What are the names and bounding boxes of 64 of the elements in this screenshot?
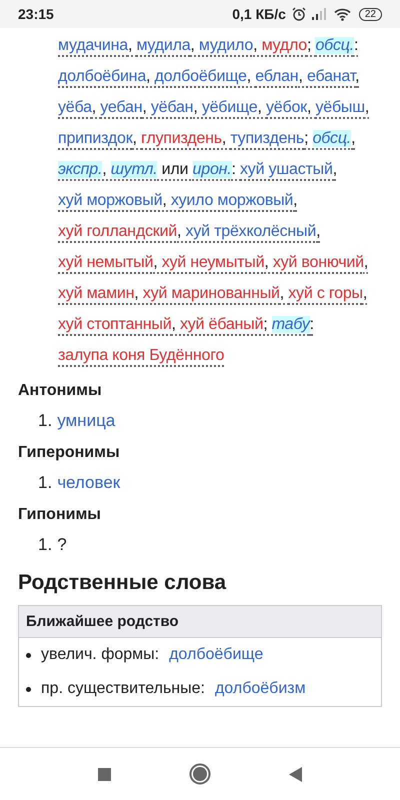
word-link[interactable]: уёба: [58, 99, 92, 116]
word-link[interactable]: долбоёбизм: [214, 677, 306, 701]
word-link[interactable]: хуй вонючий: [272, 254, 364, 271]
word-link[interactable]: глупиздень: [141, 130, 222, 147]
word-link[interactable]: мудло: [262, 37, 307, 54]
table-header: Ближайшее родство: [19, 606, 381, 638]
word-link[interactable]: мудило: [198, 37, 254, 54]
word-link[interactable]: долбоёбище: [154, 68, 247, 85]
word-link[interactable]: хуй с горы: [288, 285, 363, 302]
square-icon: [98, 768, 111, 780]
word-link[interactable]: ебанат: [306, 68, 356, 85]
word-link[interactable]: залупа коня Будённого: [58, 347, 224, 364]
section-heading: Родственные слова: [17, 571, 228, 595]
word-link[interactable]: хуй ёбаный: [180, 316, 264, 333]
section-heading: Гипонимы: [17, 505, 102, 525]
row-label: пр. существительные:: [41, 679, 205, 699]
word-link[interactable]: хуй маринованный: [142, 285, 280, 302]
word-link[interactable]: хуй моржовый: [58, 192, 162, 209]
word-link[interactable]: умница: [57, 409, 116, 433]
word-link[interactable]: долбоёбище: [169, 643, 264, 667]
section-heading: Гиперонимы: [17, 443, 121, 463]
clock-time: 23:15: [18, 6, 54, 22]
usage-label: обсц.: [315, 37, 354, 54]
alarm-icon: [292, 7, 306, 21]
synonym-paragraph: мудачина, мудила, мудило, мудло; обсц.: долбоёбина, долбоёбище, еблан, ебанат, уёба, уебан, уёбан, уёбище, уёбок, уёбыш, припиздок, глупиздень, тупиздень; обсц., экспр., шутл. или ирон.: хуй ушастый, хуй моржовый, хуило моржовый, хуй голландский, хуй трёхколёсный, хуй немытый, хуй неумытый, хуй вонючий, хуй мамин, хуй маринованный, хуй с горы, хуй стоптанный, хуй ёбаный; табу: залупа коня Будённого: [57, 36, 370, 366]
word-link[interactable]: хуй ушастый: [240, 161, 333, 178]
word-link[interactable]: долбоёбина: [58, 68, 146, 85]
word-link[interactable]: мудила: [136, 37, 190, 54]
word-link[interactable]: уебан: [100, 99, 142, 116]
usage-label: табу: [272, 316, 310, 333]
item-text: ?: [57, 534, 67, 556]
list-number: 1.: [38, 534, 52, 556]
battery-indicator: 22: [358, 8, 382, 20]
bullet-icon: [26, 652, 31, 658]
bullet-icon: [26, 686, 31, 692]
word-link[interactable]: мудачина: [58, 37, 128, 54]
word-link[interactable]: хуй трёхколёсный: [186, 223, 316, 240]
word-link[interactable]: хуй стоптанный: [58, 316, 172, 333]
word-link[interactable]: уёбан: [150, 99, 194, 116]
usage-label: обсц.: [312, 130, 352, 147]
word-link[interactable]: припиздок: [58, 130, 133, 147]
word-link[interactable]: хуй мамин: [58, 285, 134, 302]
word-link[interactable]: уёбок: [266, 99, 307, 116]
usage-label: ирон.: [192, 161, 232, 178]
section-heading: Антонимы: [17, 381, 103, 401]
triangle-icon: [289, 766, 302, 782]
word-link[interactable]: хуй немытый: [58, 254, 154, 271]
wifi-icon: [334, 8, 351, 20]
word-link[interactable]: хуй неумытый: [162, 254, 264, 271]
word-link[interactable]: уёбыш: [315, 99, 365, 116]
usage-label: шутл.: [110, 161, 158, 178]
list-number: 1.: [38, 410, 52, 432]
word-link[interactable]: еблан: [255, 68, 298, 85]
word-link[interactable]: человек: [57, 471, 120, 495]
network-speed: 0,1 КБ/с: [232, 6, 286, 22]
word-link[interactable]: хуило моржовый: [170, 192, 294, 209]
word-link[interactable]: уёбище: [202, 99, 258, 116]
list-number: 1.: [38, 472, 52, 494]
word-link[interactable]: хуй голландский: [58, 223, 178, 240]
signal-icon: [312, 8, 328, 20]
row-label: увелич. формы:: [41, 645, 160, 665]
word-link[interactable]: тупиздень: [230, 130, 304, 147]
usage-label: экспр.: [58, 161, 102, 178]
circle-icon: [189, 763, 211, 785]
